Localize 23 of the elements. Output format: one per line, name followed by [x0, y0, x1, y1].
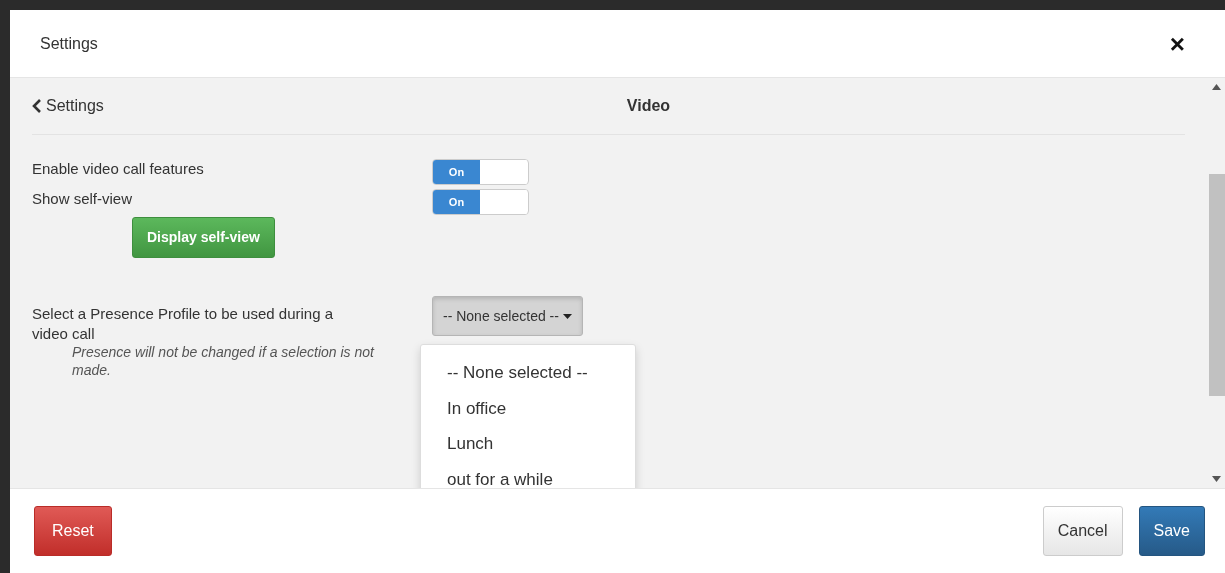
scroll-down-icon[interactable]	[1211, 476, 1221, 482]
dropdown-option[interactable]: out for a while	[421, 461, 635, 488]
dropdown-option[interactable]: -- None selected --	[421, 355, 635, 391]
close-button[interactable]: ×	[1169, 30, 1185, 57]
modal-title: Settings	[40, 33, 98, 54]
save-button[interactable]: Save	[1138, 506, 1205, 556]
toggle-switch[interactable]: On	[432, 159, 529, 185]
section-title: Video	[626, 96, 671, 116]
toggle-switch[interactable]: On	[432, 189, 529, 215]
back-link[interactable]: Settings	[32, 94, 104, 118]
reset-button[interactable]: Reset	[34, 506, 112, 556]
caret-icon	[562, 313, 572, 319]
scrollbar-thumb[interactable]	[1209, 174, 1225, 396]
dropdown-option[interactable]: In office	[421, 390, 635, 426]
scroll-up-icon[interactable]	[1211, 84, 1221, 90]
chevron-left-icon	[32, 99, 42, 113]
setting-label: Enable video call features	[32, 159, 205, 179]
setting-label: Select a Presence Profile to be used during a video call	[32, 304, 335, 343]
cancel-button[interactable]: Cancel	[1042, 506, 1123, 556]
dropdown-option[interactable]: Lunch	[421, 426, 635, 462]
presence-dropdown[interactable]: -- None selected --	[432, 296, 583, 336]
setting-label: Show self-view	[32, 189, 134, 209]
hint-text: Presence will not be changed if a selection is not made.	[71, 343, 376, 380]
